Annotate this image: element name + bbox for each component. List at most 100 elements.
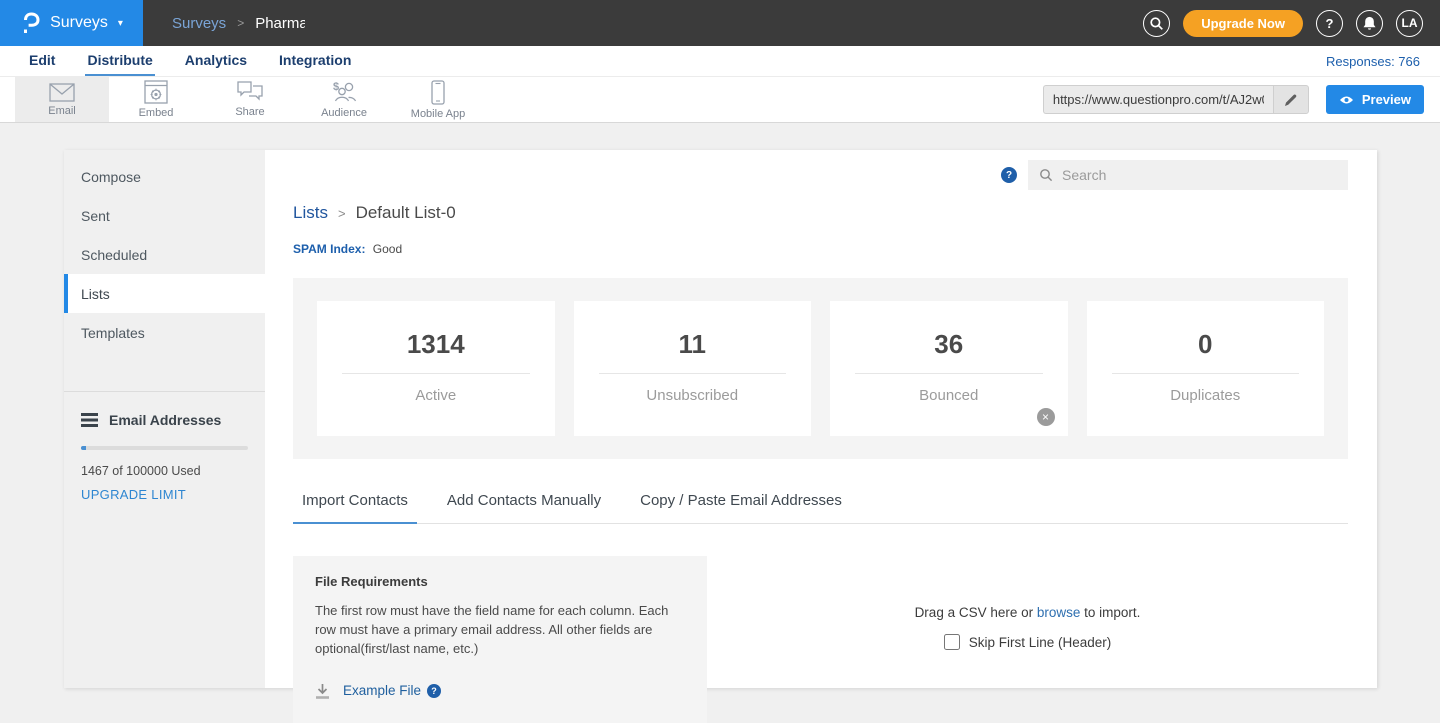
pencil-icon (1284, 93, 1298, 107)
toolbar-item-mobile-app[interactable]: Mobile App (391, 77, 485, 122)
stat-card-bounced: 36 Bounced × (830, 301, 1068, 436)
toolbar-item-label: Embed (139, 107, 174, 119)
toolbar-item-label: Share (235, 106, 264, 118)
sidebar-item-compose[interactable]: Compose (64, 157, 265, 196)
distribute-toolbar: Email Embed Share $ (0, 76, 1440, 123)
example-file-help-icon[interactable]: ? (427, 684, 441, 698)
survey-nav: Edit Distribute Analytics Integration Re… (0, 46, 1440, 76)
breadcrumb-separator: > (338, 206, 346, 221)
questionpro-logo-icon (20, 11, 41, 36)
product-switcher[interactable]: Surveys ▾ (0, 0, 143, 46)
topbar-actions: Upgrade Now ? LA (1143, 10, 1423, 37)
breadcrumb: Surveys > Pharma (172, 15, 305, 32)
stat-divider (1112, 373, 1300, 374)
tab-edit[interactable]: Edit (27, 46, 57, 76)
usage-progress-bar (81, 446, 248, 450)
tab-distribute[interactable]: Distribute (85, 46, 154, 76)
toolbar-item-embed[interactable]: Embed (109, 77, 203, 122)
breadcrumb-survey-name: Pharma (255, 15, 305, 32)
breadcrumb-surveys-link[interactable]: Surveys (172, 15, 226, 32)
skip-first-line-checkbox[interactable] (944, 634, 960, 650)
tab-integration[interactable]: Integration (277, 46, 353, 76)
content-card: Compose Sent Scheduled Lists Templates E… (64, 150, 1377, 688)
list-icon (81, 413, 98, 427)
download-icon (315, 683, 330, 699)
stat-value: 1314 (317, 329, 555, 360)
upgrade-now-button[interactable]: Upgrade Now (1183, 10, 1303, 37)
drag-text-after: to import. (1080, 605, 1140, 620)
audience-icon: $ (330, 80, 358, 104)
skip-first-line-label: Skip First Line (Header) (969, 635, 1112, 650)
import-contacts-panel: File Requirements The first row must hav… (293, 556, 1348, 723)
sidebar-item-sent[interactable]: Sent (64, 196, 265, 235)
example-file-row: Example File ? (315, 683, 685, 699)
tab-add-contacts-manually[interactable]: Add Contacts Manually (438, 492, 610, 524)
preview-label: Preview (1362, 92, 1411, 107)
stat-label: Active (317, 387, 555, 404)
bell-icon (1362, 15, 1377, 31)
stat-value: 36 (830, 329, 1068, 360)
sidebar-item-scheduled[interactable]: Scheduled (64, 235, 265, 274)
stat-value: 11 (574, 329, 812, 360)
file-requirements-box: File Requirements The first row must hav… (293, 556, 707, 723)
notifications-button[interactable] (1356, 10, 1383, 37)
current-list-name: Default List-0 (356, 203, 456, 223)
top-bar: Surveys ▾ Surveys > Pharma Upgrade Now ? (0, 0, 1440, 46)
example-file-link[interactable]: Example File (343, 683, 421, 698)
toolbar-item-email[interactable]: Email (15, 77, 109, 122)
list-breadcrumb: Lists > Default List-0 (293, 203, 1348, 223)
email-icon (49, 83, 75, 102)
avatar[interactable]: LA (1396, 10, 1423, 37)
responses-count[interactable]: Responses: 766 (1326, 54, 1420, 69)
sidebar-item-lists[interactable]: Lists (64, 274, 265, 313)
spam-index-label: SPAM Index: (293, 242, 365, 256)
breadcrumb-separator: > (237, 16, 244, 30)
survey-url-input[interactable] (1043, 85, 1273, 114)
csv-drop-zone[interactable]: Drag a CSV here or browse to import. Ski… (707, 556, 1348, 723)
usage-text: 1467 of 100000 Used (81, 464, 248, 478)
eye-icon (1339, 95, 1354, 105)
spam-index-value: Good (373, 242, 402, 256)
stat-label: Bounced (830, 387, 1068, 404)
toolbar-item-label: Mobile App (411, 108, 465, 120)
usage-progress-fill (81, 446, 86, 450)
toolbar-item-label: Audience (321, 107, 367, 119)
skip-first-line-row: Skip First Line (Header) (944, 634, 1112, 650)
help-icon[interactable]: ? (1001, 167, 1017, 183)
email-addresses-section: Email Addresses 1467 of 100000 Used UPGR… (64, 392, 265, 502)
preview-button[interactable]: Preview (1326, 85, 1424, 114)
toolbar-right: Preview (1043, 77, 1424, 122)
stat-label: Unsubscribed (574, 387, 812, 404)
stat-divider (599, 373, 787, 374)
lists-main-panel: ? Lists > Default List-0 SPAM Index: Goo… (265, 150, 1377, 688)
email-addresses-title: Email Addresses (109, 412, 221, 428)
email-sidebar: Compose Sent Scheduled Lists Templates E… (64, 150, 265, 688)
stat-divider (342, 373, 530, 374)
mobile-app-icon (431, 80, 445, 105)
drag-instruction: Drag a CSV here or browse to import. (915, 605, 1141, 620)
file-requirements-body: The first row must have the field name f… (315, 602, 681, 659)
list-stats-panel: 1314 Active 11 Unsubscribed 36 Bounced ×… (293, 278, 1348, 459)
drag-text-before: Drag a CSV here or (915, 605, 1037, 620)
tab-analytics[interactable]: Analytics (183, 46, 249, 76)
search-button[interactable] (1143, 10, 1170, 37)
search-box (1028, 160, 1348, 190)
help-button[interactable]: ? (1316, 10, 1343, 37)
stat-card-active: 1314 Active (317, 301, 555, 436)
clear-bounced-icon[interactable]: × (1037, 408, 1055, 426)
share-icon (237, 81, 263, 103)
edit-url-button[interactable] (1273, 85, 1309, 114)
spam-index: SPAM Index: Good (293, 242, 1348, 256)
sidebar-item-templates[interactable]: Templates (64, 313, 265, 352)
tab-copy-paste-email-addresses[interactable]: Copy / Paste Email Addresses (631, 492, 851, 524)
toolbar-item-share[interactable]: Share (203, 77, 297, 122)
search-icon (1039, 168, 1053, 182)
upgrade-limit-link[interactable]: UPGRADE LIMIT (81, 487, 248, 502)
chevron-down-icon: ▾ (118, 18, 123, 29)
toolbar-item-audience[interactable]: $ Audience (297, 77, 391, 122)
browse-link[interactable]: browse (1037, 605, 1081, 620)
lists-breadcrumb-link[interactable]: Lists (293, 203, 328, 223)
tab-import-contacts[interactable]: Import Contacts (293, 492, 417, 524)
contacts-tabs: Import Contacts Add Contacts Manually Co… (293, 492, 1348, 524)
search-input[interactable] (1062, 167, 1337, 183)
